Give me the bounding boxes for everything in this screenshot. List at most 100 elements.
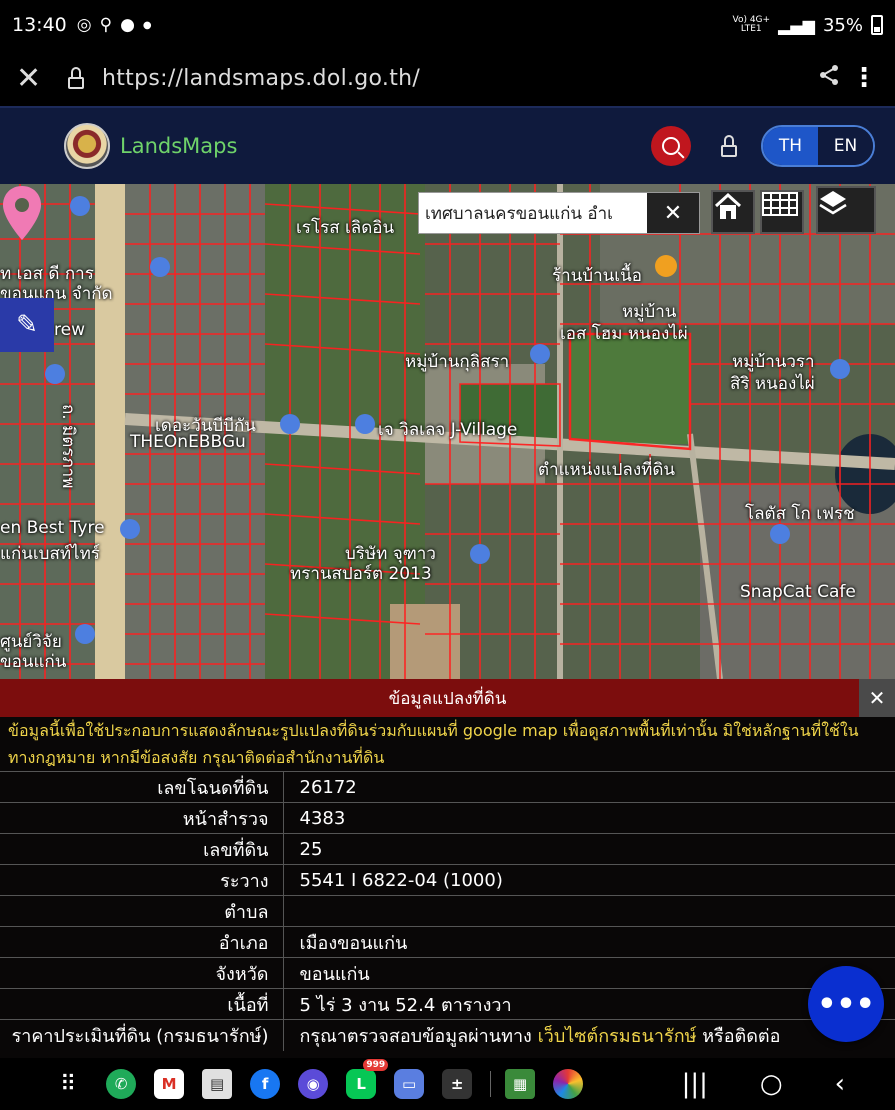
row-value: 25 — [283, 833, 895, 865]
map-label-19: ถ. มิตรภาพ — [58, 404, 78, 489]
price-value: กรุณาตรวจสอบข้อมูลผ่านทาง เว็บไซต์กรมธนา… — [283, 1019, 895, 1051]
row-label: เลขโฉนดที่ดิน — [0, 771, 284, 803]
status-right: Vo) 4G+ LTE1 ▂▄▆ 35% — [732, 15, 883, 36]
notes-app-icon[interactable]: ▤ — [202, 1069, 233, 1099]
landsmaps-app-icon[interactable]: ▦ — [505, 1069, 536, 1099]
parcel-info-table: เลขโฉนดที่ดิน 26172 หน้าสำรวจ 4383 เลขที่ด… — [0, 771, 895, 1051]
treasury-website-link[interactable]: เว็บไซต์กรมธนารักษ์ — [538, 1026, 697, 1047]
row-value: 4383 — [283, 802, 895, 834]
home-nav-icon[interactable]: ○ — [760, 1069, 783, 1099]
row-label: เนื้อที่ — [0, 988, 284, 1020]
disclaimer-notice: ข้อมูลนี้เพื่อใช้ประกอบการแสดงลักษณะรูปแ… — [0, 717, 895, 771]
table-row: ตำบล — [0, 895, 895, 927]
clear-search-icon[interactable]: ✕ — [647, 193, 699, 233]
row-label: หน้าสำรวจ — [0, 802, 284, 834]
map-label-22: เดอะวันบีบีกัน — [155, 416, 256, 436]
disclaimer-line-1: ข้อมูลนี้เพื่อใช้ประกอบการแสดงลักษณะรูปแ… — [8, 721, 859, 740]
map-label-18: ขอนแก่น — [0, 652, 67, 672]
map-label-1: ร้านบ้านเนื้อ — [552, 266, 642, 286]
share-icon[interactable] — [809, 63, 849, 93]
map-label-7: เจ วิลเลจ J-Village — [378, 420, 518, 440]
browser-app-icon[interactable]: ◉ — [298, 1069, 329, 1099]
login-lock-icon[interactable] — [719, 135, 741, 157]
nav-keys: ||| ○ ‹ — [682, 1069, 845, 1099]
gmail-app-icon[interactable]: M — [154, 1069, 185, 1099]
recents-icon[interactable]: ||| — [682, 1069, 708, 1099]
url-field[interactable]: https://landsmaps.dol.go.th/ — [102, 66, 420, 91]
map-label-12: ทรานสปอร์ต 2013 — [290, 564, 432, 584]
map-view[interactable]: ร้านบ้านเนื้อ หมู่บ้าน เอส โฮม หนองไผ่ ห… — [0, 184, 895, 679]
map-label-6: สิริ หนองไผ่ — [730, 374, 815, 394]
map-search-box: เทศบาลนครขอนแก่น อำเ ✕ — [418, 192, 700, 234]
table-row: จังหวัด ขอนแก่น — [0, 957, 895, 989]
battery-icon — [871, 15, 883, 35]
facebook-app-icon[interactable]: f — [250, 1069, 281, 1099]
search-button[interactable] — [651, 126, 691, 166]
battery-percent: 35% — [822, 14, 863, 36]
price-suffix: หรือติดต่อ — [696, 1025, 781, 1047]
table-row: ราคาประเมินที่ดิน (กรมธนารักษ์) กรุณาตรว… — [0, 1019, 895, 1051]
grid-button[interactable] — [760, 190, 804, 234]
close-tab-icon[interactable]: ✕ — [16, 61, 56, 96]
dot-icon: ● — [142, 19, 152, 31]
chat-app-icon[interactable]: ▭ — [394, 1069, 425, 1099]
row-value: 26172 — [283, 771, 895, 803]
home-icon — [714, 192, 742, 219]
table-row: หน้าสำรวจ 4383 — [0, 802, 895, 834]
row-value: ขอนแก่น — [283, 957, 895, 989]
parcel-location-pin-icon[interactable] — [0, 184, 44, 242]
map-label-3: เอส โฮม หนองไผ่ — [560, 324, 688, 344]
lang-th-button[interactable]: TH — [763, 127, 818, 165]
calculator-app-icon[interactable]: ± — [442, 1069, 473, 1099]
map-label-13: SnapCat Cafe — [740, 582, 856, 602]
table-row: ระวาง 5541 I 6822-04 (1000) — [0, 864, 895, 896]
network-indicator: Vo) 4G+ LTE1 — [732, 16, 770, 34]
disclaimer-line-2: ทางกฎหมาย หากมีข้อสงสัย กรุณาติดต่อสำนัก… — [8, 748, 385, 767]
back-icon[interactable]: ‹ — [835, 1069, 845, 1099]
row-label: ระวาง — [0, 864, 284, 896]
more-menu-icon[interactable]: ⋮ — [849, 63, 879, 93]
grid-icon — [762, 192, 798, 216]
row-label: อำเภอ — [0, 926, 284, 958]
search-icon — [662, 137, 680, 155]
gallery-app-icon[interactable] — [553, 1069, 584, 1099]
status-bar: 13:40 ◎ ⚲ ● ● Vo) 4G+ LTE1 ▂▄▆ 35% — [0, 0, 895, 50]
map-search-input[interactable]: เทศบาลนครขอนแก่น อำเ — [419, 200, 647, 227]
location-icon: ⚲ — [99, 15, 113, 35]
parcel-info-title: ข้อมูลแปลงที่ดิน — [388, 688, 507, 709]
more-actions-fab[interactable]: ••• — [808, 966, 884, 1042]
price-label: ราคาประเมินที่ดิน (กรมธนารักษ์) — [0, 1019, 284, 1051]
brand-name[interactable]: LandsMaps — [120, 134, 237, 158]
row-value: 5541 I 6822-04 (1000) — [283, 864, 895, 896]
draw-tool-button[interactable]: ✎ — [0, 298, 54, 352]
row-label: เลขที่ดิน — [0, 833, 284, 865]
row-value: 5 ไร่ 3 งาน 52.4 ตารางวา — [283, 988, 895, 1020]
android-nav-bar: ⠿ ✆ M ▤ f ◉ L 999 ▭ ± ▦ ||| ○ ‹ — [0, 1058, 895, 1110]
app-drawer-icon[interactable]: ⠿ — [60, 1072, 76, 1097]
parcel-info-title-bar: ข้อมูลแปลงที่ดิน ✕ — [0, 679, 895, 717]
close-panel-icon[interactable]: ✕ — [859, 679, 895, 717]
line-app-icon[interactable]: L 999 — [346, 1059, 389, 1099]
ruler-pencil-icon: ✎ — [16, 310, 38, 340]
line-badge: 999 — [363, 1059, 389, 1071]
dol-logo — [64, 123, 110, 169]
map-label-15: en Best Tyre — [0, 518, 105, 538]
row-label: ตำบล — [0, 895, 284, 927]
browser-toolbar: ✕ https://landsmaps.dol.go.th/ ⋮ — [0, 50, 895, 106]
lock-icon[interactable] — [66, 67, 88, 89]
row-label: จังหวัด — [0, 957, 284, 989]
home-button[interactable] — [711, 190, 755, 234]
row-value: เมืองขอนแก่น — [283, 926, 895, 958]
dock-divider — [490, 1071, 492, 1097]
parcel-info-panel: ข้อมูลนี้เพื่อใช้ประกอบการแสดงลักษณะรูปแ… — [0, 717, 895, 1058]
row-value — [283, 895, 895, 927]
lang-en-button[interactable]: EN — [818, 127, 873, 165]
table-row: เลขโฉนดที่ดิน 26172 — [0, 771, 895, 803]
map-label-10: โลตัส โก เฟรช — [745, 504, 855, 524]
network-sub-label: LTE1 — [740, 24, 762, 34]
map-label-4: หมู่บ้านกุลิสรา — [405, 352, 510, 372]
layers-button[interactable] — [816, 186, 876, 234]
phone-app-icon[interactable]: ✆ — [106, 1069, 137, 1099]
map-label-9: ตำแหน่งแปลงที่ดิน — [538, 460, 676, 480]
clock: 13:40 — [12, 14, 67, 36]
